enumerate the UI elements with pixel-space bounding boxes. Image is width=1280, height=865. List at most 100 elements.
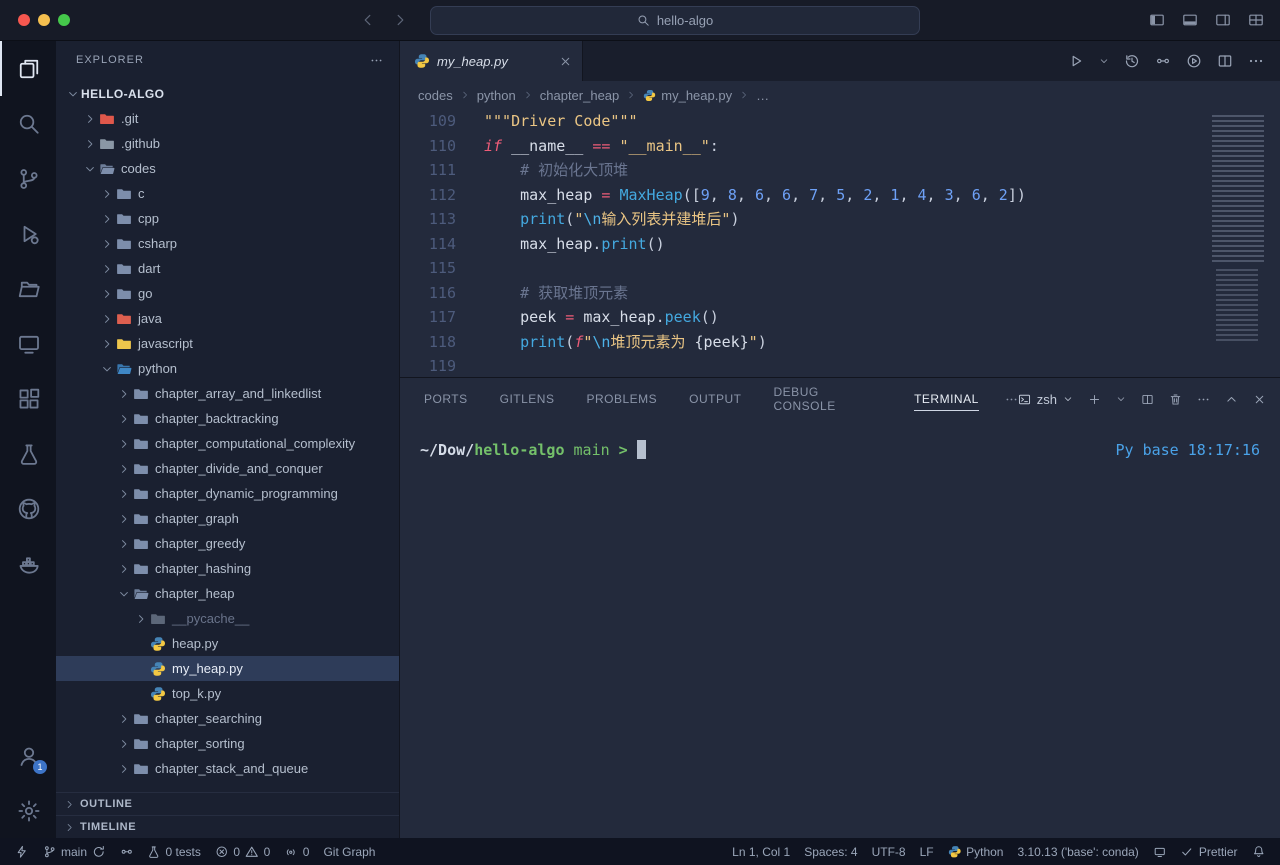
toggle-primary-sidebar-button[interactable] xyxy=(1149,12,1165,28)
activity-settings-button[interactable] xyxy=(0,783,56,838)
status-git-graph[interactable]: Git Graph xyxy=(316,838,382,865)
breadcrumb-item[interactable]: chapter_heap xyxy=(540,88,620,103)
code-line-113[interactable]: 113 print("\n输入列表并建堆后") xyxy=(400,207,1280,232)
chevron-down-icon[interactable] xyxy=(64,88,81,100)
activity-run-and-debug-button[interactable] xyxy=(0,206,56,261)
tree-item-chapter-backtracking[interactable]: chapter_backtracking xyxy=(56,406,399,431)
code-line-119[interactable]: 119 xyxy=(400,354,1280,377)
tree-item-chapter-hashing[interactable]: chapter_hashing xyxy=(56,556,399,581)
panel-tab-problems[interactable]: PROBLEMS xyxy=(586,378,657,420)
tree-item-chapter-dynamic-programming[interactable]: chapter_dynamic_programming xyxy=(56,481,399,506)
chevron-right-icon[interactable] xyxy=(115,713,132,725)
activity-search-button[interactable] xyxy=(0,96,56,151)
tree-item-chapter-stack-and-queue[interactable]: chapter_stack_and_queue xyxy=(56,756,399,781)
chevron-right-icon[interactable] xyxy=(115,563,132,575)
chevron-right-icon[interactable] xyxy=(98,263,115,275)
launch-profile-button[interactable] xyxy=(1116,394,1126,404)
code-line-114[interactable]: 114 max_heap.print() xyxy=(400,232,1280,257)
activity-project-manager-button[interactable] xyxy=(0,261,56,316)
chevron-right-icon[interactable] xyxy=(132,613,149,625)
activity-explorer-button[interactable] xyxy=(0,41,56,96)
code-line-110[interactable]: 110if __name__ == "__main__": xyxy=(400,134,1280,159)
breadcrumb-item[interactable]: my_heap.py xyxy=(643,88,732,103)
breadcrumb-item[interactable]: codes xyxy=(418,88,453,103)
chevron-right-icon[interactable] xyxy=(115,738,132,750)
status-notifications[interactable] xyxy=(1245,838,1273,865)
tree-item-chapter-greedy[interactable]: chapter_greedy xyxy=(56,531,399,556)
panel-tab-output[interactable]: OUTPUT xyxy=(689,378,741,420)
chevron-right-icon[interactable] xyxy=(98,238,115,250)
code-line-118[interactable]: 118 print(f"\n堆顶元素为 {peek}") xyxy=(400,330,1280,355)
kill-terminal-button[interactable] xyxy=(1169,393,1182,406)
status-devtools[interactable] xyxy=(1146,838,1174,865)
tree-item-chapter-divide-and-conquer[interactable]: chapter_divide_and_conquer xyxy=(56,456,399,481)
code-line-115[interactable]: 115 xyxy=(400,256,1280,281)
outline-section[interactable]: OUTLINE xyxy=(56,792,399,815)
open-changes-button[interactable] xyxy=(1155,53,1171,69)
status-python-interpreter[interactable]: 3.10.13 ('base': conda) xyxy=(1010,838,1145,865)
customize-layout-button[interactable] xyxy=(1248,12,1264,28)
status-remote-indicator[interactable] xyxy=(8,838,36,865)
tree-item-my-heap-py[interactable]: my_heap.py xyxy=(56,656,399,681)
chevron-down-icon[interactable] xyxy=(98,363,115,375)
code-editor[interactable]: 109"""Driver Code"""110if __name__ == "_… xyxy=(400,109,1280,377)
activity-remote-explorer-button[interactable] xyxy=(0,316,56,371)
maximize-panel-button[interactable] xyxy=(1225,393,1238,406)
chevron-right-icon[interactable] xyxy=(115,538,132,550)
file-history-button[interactable] xyxy=(1124,53,1140,69)
chevron-down-icon[interactable] xyxy=(81,163,98,175)
status-indentation[interactable]: Spaces: 4 xyxy=(797,838,864,865)
minimize-window-button[interactable] xyxy=(38,14,50,26)
status-language-mode[interactable]: Python xyxy=(941,838,1011,865)
chevron-right-icon[interactable] xyxy=(81,138,98,150)
tree-item-github[interactable]: .github xyxy=(56,131,399,156)
status-encoding[interactable]: UTF-8 xyxy=(865,838,913,865)
panel-more-tabs-button[interactable] xyxy=(1005,393,1018,406)
tree-item-codes[interactable]: codes xyxy=(56,156,399,181)
close-tab-icon[interactable] xyxy=(559,55,572,68)
chevron-right-icon[interactable] xyxy=(115,763,132,775)
activity-github-button[interactable] xyxy=(0,481,56,536)
terminal-profile-button[interactable]: zsh xyxy=(1018,392,1073,407)
chevron-right-icon[interactable] xyxy=(98,188,115,200)
run-options-button[interactable] xyxy=(1099,56,1109,66)
minimap[interactable] xyxy=(1208,109,1280,377)
chevron-right-icon[interactable] xyxy=(98,313,115,325)
tree-item-chapter-array-and-linkedlist[interactable]: chapter_array_and_linkedlist xyxy=(56,381,399,406)
tree-item-javascript[interactable]: javascript xyxy=(56,331,399,356)
activity-extensions-button[interactable] xyxy=(0,371,56,426)
chevron-right-icon[interactable] xyxy=(115,388,132,400)
status-tests-status[interactable]: 0 tests xyxy=(140,838,208,865)
toggle-secondary-sidebar-button[interactable] xyxy=(1215,12,1231,28)
run-or-debug-button[interactable] xyxy=(1186,53,1202,69)
tree-item-chapter-searching[interactable]: chapter_searching xyxy=(56,706,399,731)
breadcrumb-item[interactable]: python xyxy=(477,88,516,103)
chevron-right-icon[interactable] xyxy=(98,288,115,300)
timeline-section[interactable]: TIMELINE xyxy=(56,815,399,838)
activity-docker-button[interactable] xyxy=(0,536,56,591)
terminal-more-actions-button[interactable] xyxy=(1197,393,1210,406)
code-line-109[interactable]: 109"""Driver Code""" xyxy=(400,109,1280,134)
close-panel-button[interactable] xyxy=(1253,393,1266,406)
editor-more-actions-button[interactable] xyxy=(1248,53,1264,69)
chevron-right-icon[interactable] xyxy=(98,338,115,350)
chevron-right-icon[interactable] xyxy=(98,213,115,225)
tree-item-pycache[interactable]: __pycache__ xyxy=(56,606,399,631)
tree-item-git[interactable]: .git xyxy=(56,106,399,131)
panel-tab-terminal[interactable]: TERMINAL xyxy=(914,378,979,420)
chevron-right-icon[interactable] xyxy=(115,438,132,450)
activity-testing-button[interactable] xyxy=(0,426,56,481)
status-git-compare[interactable] xyxy=(113,838,141,865)
tree-item-top-k-py[interactable]: top_k.py xyxy=(56,681,399,706)
run-python-file-button[interactable] xyxy=(1068,53,1084,69)
tree-item-cpp[interactable]: cpp xyxy=(56,206,399,231)
activity-source-control-button[interactable] xyxy=(0,151,56,206)
panel-tab-gitlens[interactable]: GITLENS xyxy=(500,378,555,420)
split-terminal-button[interactable] xyxy=(1141,393,1154,406)
chevron-down-icon[interactable] xyxy=(115,588,132,600)
command-center-search[interactable]: hello-algo xyxy=(430,6,920,35)
status-eol[interactable]: LF xyxy=(913,838,941,865)
tree-item-chapter-sorting[interactable]: chapter_sorting xyxy=(56,731,399,756)
zoom-window-button[interactable] xyxy=(58,14,70,26)
tree-item-heap-py[interactable]: heap.py xyxy=(56,631,399,656)
